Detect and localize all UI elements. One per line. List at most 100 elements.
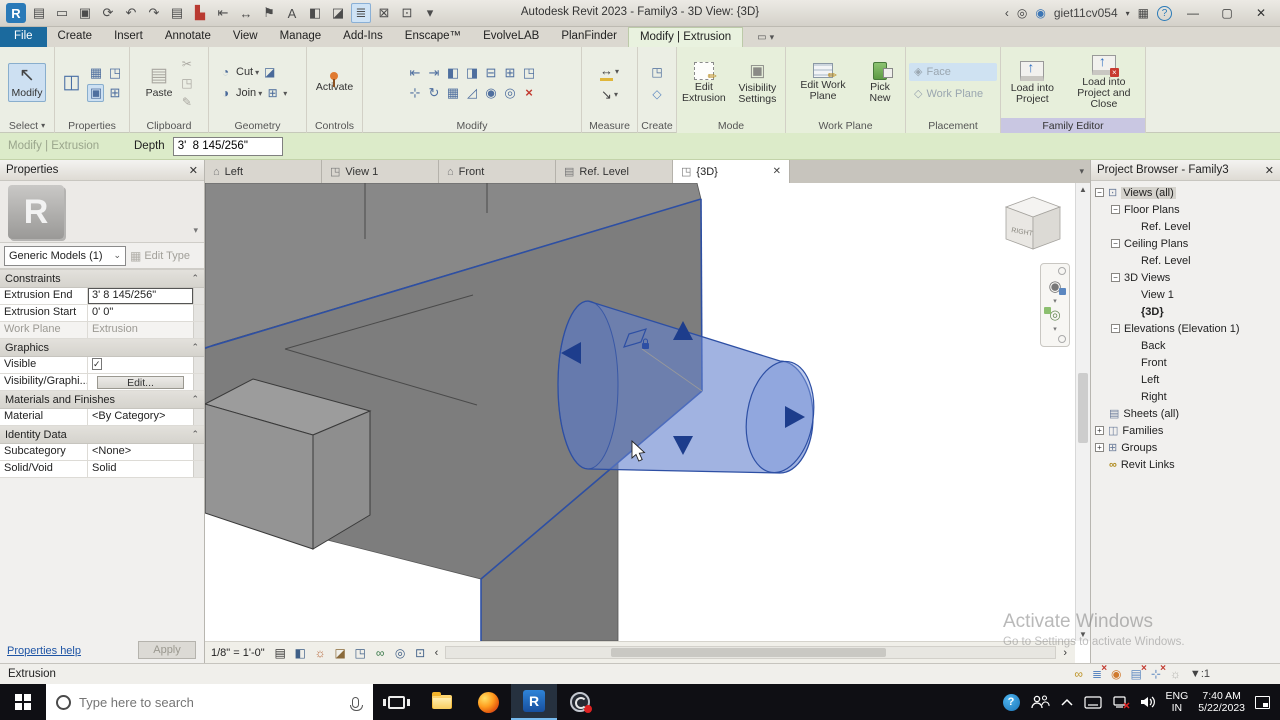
tree-item-left[interactable]: Left bbox=[1091, 371, 1280, 388]
temporary-hide-isolate-icon[interactable]: ∞ bbox=[373, 646, 388, 660]
associate-parameter-cell[interactable] bbox=[193, 444, 204, 460]
edit-extrusion-button[interactable]: ✏ Edit Extrusion bbox=[679, 60, 729, 106]
cut-geometry-button[interactable]: ◔ Cut ▾ ◪ bbox=[217, 64, 278, 80]
language-indicator[interactable]: ENG IN bbox=[1166, 690, 1189, 714]
delete-icon[interactable]: × bbox=[525, 85, 533, 100]
param-row-extrusion-end[interactable]: Extrusion End 3' 8 145/256" bbox=[0, 288, 204, 305]
type-preview[interactable]: R ▾ bbox=[0, 181, 204, 243]
tree-item-views[interactable]: − ⊡ Views (all) bbox=[1091, 184, 1280, 201]
collapse-box[interactable]: − bbox=[1111, 273, 1120, 282]
pinned-elements-icon[interactable]: ◉ bbox=[1111, 667, 1121, 681]
help-icon[interactable]: ? bbox=[1157, 5, 1172, 21]
match-type-icon[interactable]: ✎ bbox=[178, 94, 195, 110]
horizontal-scrollbar[interactable] bbox=[445, 646, 1057, 659]
associate-parameter-cell[interactable] bbox=[193, 374, 204, 390]
create-similar-icon[interactable]: ◇ bbox=[649, 86, 666, 102]
associate-parameter-cell[interactable] bbox=[193, 288, 204, 304]
section-constraints[interactable]: Constraints ⌃ bbox=[0, 270, 204, 288]
minimize-button[interactable]: — bbox=[1180, 6, 1206, 20]
tree-item-families[interactable]: + ◫ Families bbox=[1091, 422, 1280, 439]
modify-tool-button[interactable]: ↖ Modify bbox=[7, 63, 47, 102]
associate-parameter-cell[interactable] bbox=[193, 357, 204, 373]
tab-modify-extrusion[interactable]: Modify | Extrusion bbox=[627, 27, 744, 47]
tab-evolvelab[interactable]: EvolveLAB bbox=[472, 27, 550, 47]
cope-icon[interactable]: ◪ bbox=[261, 64, 278, 80]
viewcube[interactable]: RIGHT bbox=[998, 191, 1068, 261]
create-group-icon[interactable]: ◳ bbox=[649, 64, 666, 80]
expand-box[interactable]: + bbox=[1095, 443, 1104, 452]
tab-view[interactable]: View bbox=[222, 27, 269, 47]
depth-input[interactable] bbox=[172, 136, 283, 156]
edit-work-plane-button[interactable]: ✏ Edit Work Plane bbox=[790, 61, 856, 104]
tab-planfinder[interactable]: PlanFinder bbox=[550, 27, 628, 47]
horizontal-scroll-thumb[interactable] bbox=[611, 648, 887, 657]
chevron-down-icon[interactable]: ▾ bbox=[1053, 297, 1057, 305]
param-row-solid-void[interactable]: Solid/Void Solid bbox=[0, 461, 204, 478]
close-hidden-windows-icon[interactable]: ⊠ bbox=[374, 3, 394, 23]
shadows-icon[interactable]: ◪ bbox=[333, 646, 348, 660]
tab-list-icon[interactable]: ▾ bbox=[1079, 166, 1090, 177]
type-selector[interactable]: Generic Models (1) ⌄ bbox=[4, 245, 126, 266]
param-row-extrusion-start[interactable]: Extrusion Start 0' 0" bbox=[0, 305, 204, 322]
copy-icon[interactable]: ◳ bbox=[523, 65, 535, 81]
visible-checkbox[interactable]: ✓ bbox=[92, 358, 102, 370]
panel-label-select[interactable]: Select ▾ bbox=[0, 118, 54, 133]
task-view-button[interactable] bbox=[373, 684, 419, 720]
properties-toggle-button[interactable]: ◫ bbox=[60, 71, 84, 95]
view-tab-front[interactable]: ⌂ Front bbox=[439, 160, 556, 183]
show-hidden-icons-chevron[interactable] bbox=[1060, 697, 1074, 707]
associate-parameter-cell[interactable] bbox=[193, 305, 204, 321]
revit-app-icon[interactable]: R bbox=[6, 3, 26, 23]
section-graphics[interactable]: Graphics ⌃ bbox=[0, 339, 204, 357]
view-tab-view1[interactable]: ◳ View 1 bbox=[322, 160, 439, 183]
ribbon-display-toggle[interactable]: ▭ ▾ bbox=[757, 27, 774, 47]
customize-qat-icon[interactable]: ▾ bbox=[420, 3, 440, 23]
tree-item-ref-level[interactable]: Ref. Level bbox=[1091, 252, 1280, 269]
sync-icon[interactable]: ⟳ bbox=[98, 3, 118, 23]
move-icon[interactable]: ⊹ bbox=[410, 85, 421, 101]
load-into-project-button[interactable]: ↑ Load into Project bbox=[1003, 59, 1062, 107]
vertical-scrollbar[interactable]: ▲ ▼ bbox=[1075, 183, 1090, 641]
align-icon[interactable]: ⇤ bbox=[410, 65, 421, 81]
editable-only-icon[interactable]: ∞ bbox=[1074, 667, 1083, 681]
section-icon[interactable]: ◪ bbox=[328, 3, 348, 23]
visual-style-icon[interactable]: ◧ bbox=[293, 646, 308, 660]
visibility-settings-button[interactable]: ▣ Visibility Settings bbox=[732, 59, 783, 107]
collapse-box[interactable]: − bbox=[1111, 324, 1120, 333]
tree-item-floor-plans[interactable]: − Floor Plans bbox=[1091, 201, 1280, 218]
cut-to-clipboard-icon[interactable]: ✂ bbox=[178, 56, 195, 72]
tree-item-ref-level[interactable]: Ref. Level bbox=[1091, 218, 1280, 235]
tree-item-back[interactable]: Back bbox=[1091, 337, 1280, 354]
tree-item-view-1[interactable]: View 1 bbox=[1091, 286, 1280, 303]
zoom-icon[interactable]: ◎ bbox=[1044, 307, 1061, 323]
collapse-search-icon[interactable]: ‹ bbox=[1005, 6, 1009, 20]
copy-to-clipboard-icon[interactable]: ◳ bbox=[178, 75, 195, 91]
tree-item-front[interactable]: Front bbox=[1091, 354, 1280, 371]
family-category-icon[interactable]: ◳ bbox=[109, 65, 121, 81]
tag-icon[interactable]: ⚑ bbox=[259, 3, 279, 23]
firefox-button[interactable] bbox=[465, 684, 511, 720]
press-drag-icon[interactable]: ⊹ bbox=[1151, 663, 1166, 681]
mirror-pick-axis-icon[interactable]: ◧ bbox=[447, 65, 459, 81]
scroll-up-icon[interactable]: ▲ bbox=[1079, 185, 1087, 194]
scale-icon[interactable]: ◿ bbox=[467, 85, 477, 101]
reveal-hidden-elements-icon[interactable]: ◎ bbox=[393, 646, 408, 660]
tab-file[interactable]: File bbox=[0, 27, 47, 47]
tree-item-ceiling-plans[interactable]: − Ceiling Plans bbox=[1091, 235, 1280, 252]
thin-lines-icon[interactable]: ≣ bbox=[351, 3, 371, 23]
section-identity-data[interactable]: Identity Data ⌃ bbox=[0, 426, 204, 444]
pin-element-icon[interactable]: ◉ bbox=[485, 85, 496, 101]
vertical-scroll-thumb[interactable] bbox=[1078, 373, 1088, 443]
sun-path-icon[interactable]: ☼ bbox=[313, 646, 328, 660]
revit-taskbar-button[interactable]: R bbox=[511, 684, 557, 720]
mirror-draw-axis-icon[interactable]: ◨ bbox=[466, 65, 478, 81]
help-tray-icon[interactable]: ? bbox=[1002, 693, 1020, 711]
taskbar-search[interactable] bbox=[46, 684, 373, 720]
section-materials[interactable]: Materials and Finishes ⌃ bbox=[0, 391, 204, 409]
param-row-visibility-overrides[interactable]: Visibility/Graphi... Edit... bbox=[0, 374, 204, 391]
exclude-options-icon[interactable]: ▤ bbox=[1131, 663, 1148, 681]
collapse-box[interactable]: − bbox=[1111, 239, 1120, 248]
account-icon[interactable]: ◉ bbox=[1035, 6, 1045, 20]
search-input[interactable] bbox=[79, 694, 344, 710]
array-icon[interactable]: ▦ bbox=[447, 85, 459, 101]
